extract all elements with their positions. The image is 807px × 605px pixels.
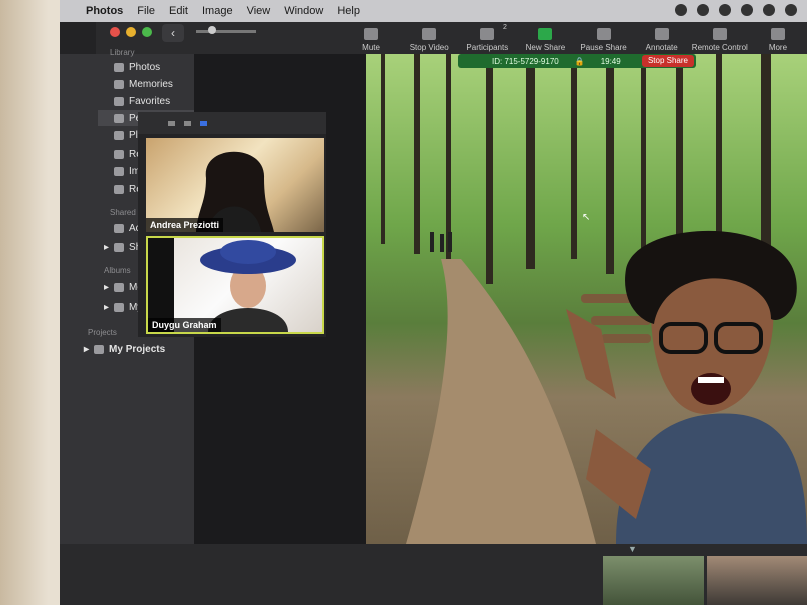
sidebar-section-albums: Albums bbox=[104, 266, 131, 275]
back-button[interactable]: ‹ bbox=[162, 24, 184, 42]
menu-app-name[interactable]: Photos bbox=[86, 5, 123, 17]
person-pointing bbox=[566, 230, 807, 544]
window-controls bbox=[110, 27, 152, 37]
zoom-toolbar: Mute Stop Video Participants New Share P… bbox=[342, 22, 807, 54]
sidebar-section-shared: Shared bbox=[110, 208, 136, 217]
mouse-cursor-icon: ↖ bbox=[582, 212, 591, 223]
menu-image[interactable]: Image bbox=[202, 5, 233, 17]
participants-icon bbox=[480, 28, 495, 40]
heart-icon bbox=[114, 97, 124, 106]
elapsed-time: 19:49 bbox=[600, 56, 621, 66]
pause-share-button[interactable]: Pause Share bbox=[575, 22, 633, 54]
video-icon bbox=[422, 28, 437, 40]
camera-icon bbox=[114, 167, 124, 176]
trash-icon bbox=[114, 185, 124, 194]
menu-edit[interactable]: Edit bbox=[169, 5, 188, 17]
location-icon[interactable] bbox=[675, 4, 687, 16]
menu-file[interactable]: File bbox=[137, 5, 155, 17]
participant-video-duygu[interactable]: Duygu Graham bbox=[146, 236, 324, 334]
restore-icon[interactable] bbox=[184, 121, 191, 126]
minimize-icon[interactable] bbox=[126, 27, 136, 37]
photos-icon bbox=[114, 63, 124, 72]
thumbnail[interactable] bbox=[603, 556, 704, 605]
maximize-icon[interactable] bbox=[142, 27, 152, 37]
cloud-icon bbox=[114, 224, 124, 233]
new-share-button[interactable]: New Share bbox=[516, 22, 574, 54]
status-tray bbox=[675, 4, 797, 16]
thumbnail[interactable] bbox=[706, 556, 807, 605]
zoom-slider-knob[interactable] bbox=[208, 26, 216, 34]
meeting-id: ID: 715-5729-9170 bbox=[492, 56, 559, 66]
recents-icon bbox=[114, 150, 124, 159]
airplay-icon[interactable] bbox=[785, 4, 797, 16]
gallery-toolbar bbox=[138, 112, 326, 134]
zoom-icon[interactable] bbox=[697, 4, 709, 16]
participant-video-andrea[interactable]: Andrea Preziotti bbox=[146, 138, 324, 232]
more-button[interactable]: More bbox=[749, 22, 807, 54]
zoom-slider[interactable] bbox=[196, 30, 256, 33]
menu-view[interactable]: View bbox=[247, 5, 271, 17]
participant-name: Duygu Graham bbox=[148, 318, 221, 332]
sidebar-item-memories[interactable]: Memories bbox=[114, 79, 173, 90]
folder-icon bbox=[114, 303, 125, 312]
screen: Photos File Edit Image View Window Help … bbox=[60, 0, 807, 605]
mouse-icon bbox=[712, 28, 727, 40]
participants-count: 2 bbox=[503, 24, 507, 31]
stop-video-button[interactable]: Stop Video bbox=[400, 22, 458, 54]
display-icon[interactable] bbox=[741, 4, 753, 16]
shared-screen-photo bbox=[366, 54, 807, 544]
minimize-icon[interactable] bbox=[168, 121, 175, 126]
wifi-icon[interactable] bbox=[763, 4, 775, 16]
participant-name: Andrea Preziotti bbox=[146, 218, 224, 232]
disclosure-icon[interactable]: ▸ bbox=[84, 344, 89, 355]
folder-icon bbox=[114, 283, 125, 292]
annotate-button[interactable]: Annotate bbox=[633, 22, 691, 54]
folder-icon bbox=[94, 345, 105, 354]
menu-window[interactable]: Window bbox=[284, 5, 323, 17]
disclosure-icon[interactable]: ▸ bbox=[104, 242, 109, 253]
sidebar-item-photos[interactable]: Photos bbox=[114, 62, 160, 73]
microphone-icon bbox=[364, 28, 379, 40]
share-status-badge: ID: 715-5729-9170 🔒 19:49 Stop Share bbox=[458, 54, 696, 68]
sidebar-section-library: Library bbox=[110, 48, 135, 57]
menu-bar: Photos File Edit Image View Window Help bbox=[60, 0, 807, 22]
share-icon bbox=[538, 28, 553, 40]
thumbnail-strip bbox=[603, 556, 807, 605]
folder-icon bbox=[114, 243, 125, 252]
pen-icon bbox=[654, 28, 669, 40]
memories-icon bbox=[114, 80, 124, 89]
more-icon bbox=[770, 28, 785, 40]
sidebar-item-favorites[interactable]: Favorites bbox=[114, 96, 170, 107]
video-gallery-panel: Andrea Preziotti Duygu Graham bbox=[138, 112, 326, 337]
participants-button[interactable]: Participants bbox=[458, 22, 516, 54]
sidebar-item-my-projects[interactable]: ▸ My Projects bbox=[84, 344, 165, 355]
mute-button[interactable]: Mute bbox=[342, 22, 400, 54]
cloud-icon[interactable] bbox=[719, 4, 731, 16]
sidebar-section-projects: Projects bbox=[88, 328, 117, 337]
scroll-down-icon[interactable]: ▼ bbox=[628, 544, 637, 554]
disclosure-icon[interactable]: ▸ bbox=[104, 302, 109, 313]
close-icon[interactable] bbox=[110, 27, 120, 37]
pin-icon bbox=[114, 131, 124, 140]
menu-help[interactable]: Help bbox=[337, 5, 360, 17]
lock-icon: 🔒 bbox=[574, 56, 585, 66]
remote-control-button[interactable]: Remote Control bbox=[691, 22, 749, 54]
stop-share-button[interactable]: Stop Share bbox=[641, 55, 694, 67]
gallery-view-icon[interactable] bbox=[200, 121, 207, 126]
disclosure-icon[interactable]: ▸ bbox=[104, 282, 109, 293]
person-icon bbox=[114, 114, 124, 123]
pause-icon bbox=[596, 28, 611, 40]
